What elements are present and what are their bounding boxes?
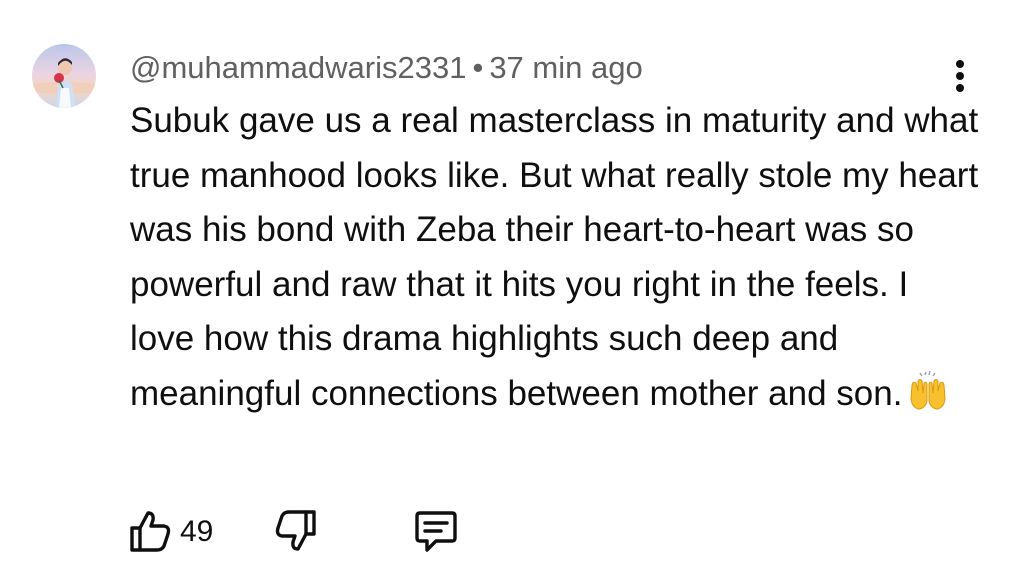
timestamp[interactable]: 37 min ago	[489, 50, 642, 85]
meta-separator: •	[472, 50, 484, 85]
comment-meta: @muhammadwaris2331 • 37 min ago	[130, 46, 643, 90]
comment-body: Subuk gave us a real masterclass in matu…	[130, 94, 980, 421]
raising-hands-emoji	[910, 370, 946, 410]
like-count: 49	[180, 515, 214, 548]
author-handle[interactable]: @muhammadwaris2331	[130, 50, 466, 85]
reply-button[interactable]	[408, 504, 464, 558]
comment-icon	[415, 511, 457, 552]
avatar[interactable]	[32, 44, 96, 108]
comment: @muhammadwaris2331 • 37 min ago Subuk gave…	[0, 0, 1024, 573]
thumbs-down-icon	[275, 510, 316, 551]
comment-text: Subuk gave us a real masterclass in matu…	[130, 101, 979, 413]
like-button[interactable]: 49	[124, 504, 224, 558]
thumbs-up-icon	[130, 511, 171, 552]
dislike-button[interactable]	[270, 504, 326, 558]
